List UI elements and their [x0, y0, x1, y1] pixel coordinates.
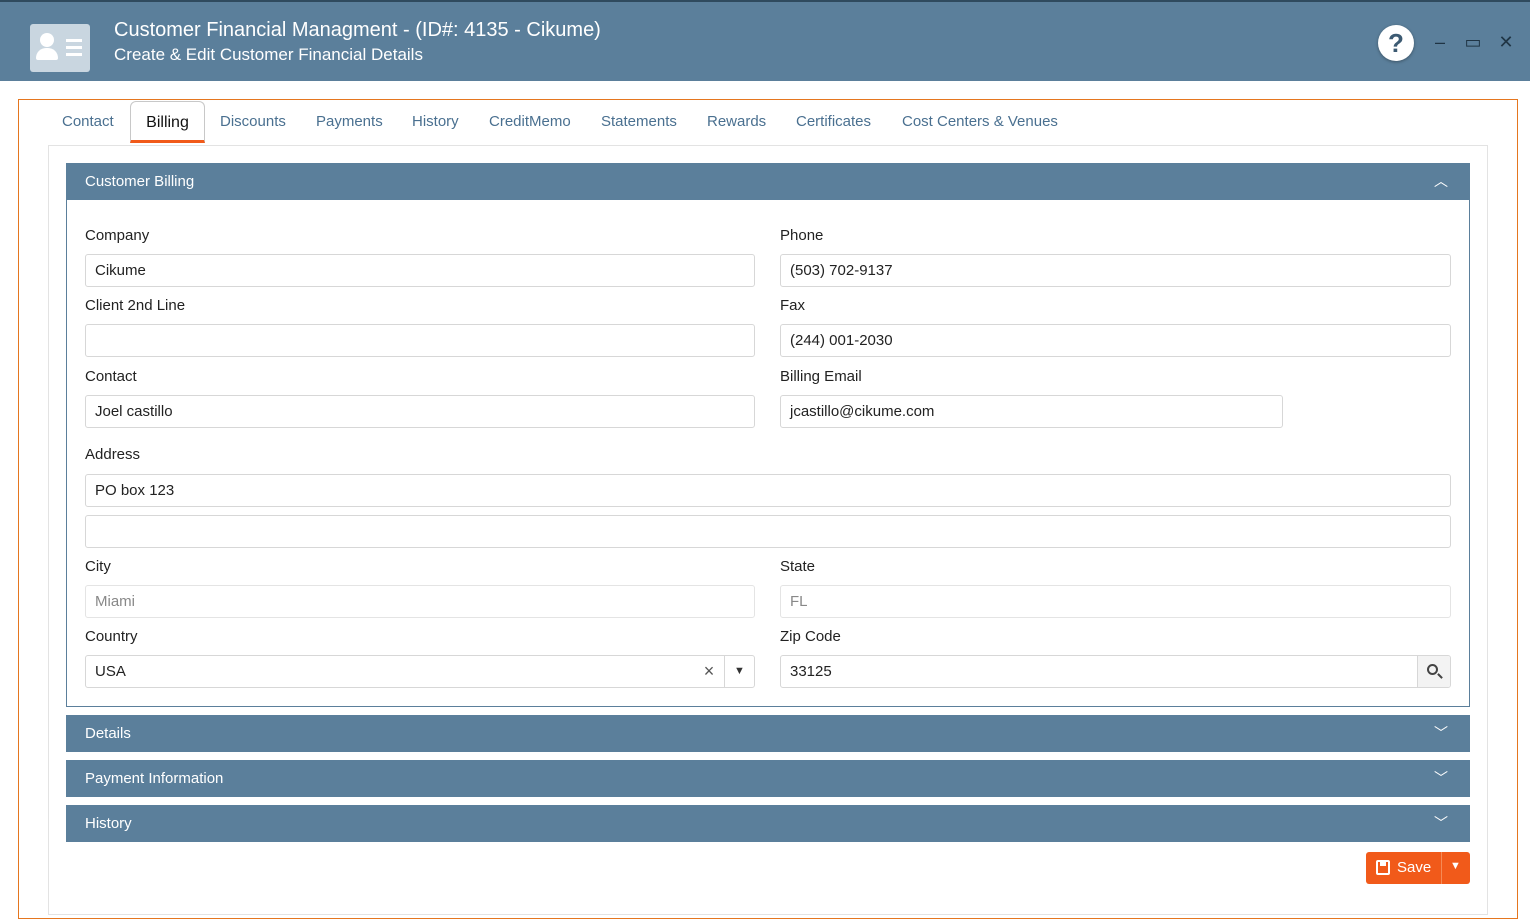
contact-label: Contact	[85, 368, 137, 385]
contact-card-icon	[30, 24, 90, 72]
split-divider	[1441, 852, 1442, 884]
zip-code-field[interactable]: 33125	[780, 655, 1451, 688]
minimize-button[interactable]: –	[1430, 32, 1450, 52]
search-icon[interactable]	[1417, 656, 1450, 687]
section-title: Payment Information	[85, 770, 224, 787]
section-header-payment-information[interactable]: Payment Information ﹀	[66, 760, 1470, 797]
address-line1-field[interactable]: PO box 123	[85, 474, 1451, 507]
tab-payments[interactable]: Payments	[316, 101, 383, 143]
billing-email-field[interactable]: jcastillo@cikume.com	[780, 395, 1283, 428]
zip-code-value: 33125	[790, 663, 832, 680]
phone-field[interactable]: (503) 702-9137	[780, 254, 1451, 287]
tab-billing[interactable]: Billing	[130, 101, 205, 143]
floppy-disk-icon	[1376, 860, 1390, 875]
section-header-details[interactable]: Details ﹀	[66, 715, 1470, 752]
tab-statements[interactable]: Statements	[601, 101, 677, 143]
clear-icon[interactable]: ×	[698, 656, 720, 687]
client-2nd-line-field[interactable]	[85, 324, 755, 357]
window-subtitle: Create & Edit Customer Financial Details	[114, 45, 423, 64]
maximize-button[interactable]: ▭	[1463, 32, 1483, 52]
section-title: Details	[85, 725, 131, 742]
tab-contact[interactable]: Contact	[62, 101, 114, 143]
city-label: City	[85, 558, 111, 575]
help-button[interactable]: ?	[1378, 25, 1414, 61]
tab-discounts[interactable]: Discounts	[220, 101, 286, 143]
tab-certificates[interactable]: Certificates	[796, 101, 871, 143]
phone-label: Phone	[780, 227, 824, 244]
country-select[interactable]: USA × ▼	[85, 655, 755, 688]
country-label: Country	[85, 628, 138, 645]
chevron-down-icon[interactable]: ﹀	[1434, 715, 1448, 752]
chevron-down-icon[interactable]: ﹀	[1434, 805, 1448, 842]
city-field[interactable]: Miami	[85, 585, 755, 618]
section-title: Customer Billing	[85, 173, 195, 190]
section-header-customer-billing[interactable]: Customer Billing ︿	[66, 163, 1470, 200]
tab-cost-centers-venues[interactable]: Cost Centers & Venues	[902, 101, 1058, 143]
save-button[interactable]: Save ▼	[1366, 852, 1470, 884]
fax-field[interactable]: (244) 001-2030	[780, 324, 1451, 357]
tab-history[interactable]: History	[412, 101, 459, 143]
state-field[interactable]: FL	[780, 585, 1451, 618]
save-menu-arrow-icon[interactable]: ▼	[1450, 860, 1461, 872]
chevron-up-icon[interactable]: ︿	[1434, 163, 1448, 200]
dropdown-arrow-icon[interactable]: ▼	[724, 656, 754, 687]
save-label: Save	[1397, 859, 1432, 876]
chevron-down-icon[interactable]: ﹀	[1434, 760, 1448, 797]
company-label: Company	[85, 227, 150, 244]
window-titlebar: Customer Financial Managment - (ID#: 413…	[0, 0, 1530, 81]
tab-rewards[interactable]: Rewards	[707, 101, 766, 143]
tab-creditmemo[interactable]: CreditMemo	[489, 101, 571, 143]
address-label: Address	[85, 446, 141, 463]
contact-field[interactable]: Joel castillo	[85, 395, 755, 428]
close-button[interactable]: ✕	[1496, 32, 1516, 52]
billing-email-label: Billing Email	[780, 368, 862, 385]
country-value: USA	[95, 663, 126, 680]
section-header-history[interactable]: History ﹀	[66, 805, 1470, 842]
address-line2-field[interactable]	[85, 515, 1451, 548]
section-title: History	[85, 815, 132, 832]
company-field[interactable]: Cikume	[85, 254, 755, 287]
window-title: Customer Financial Managment - (ID#: 413…	[114, 19, 601, 41]
client-2nd-line-label: Client 2nd Line	[85, 297, 186, 314]
state-label: State	[780, 558, 816, 575]
fax-label: Fax	[780, 297, 806, 314]
zip-code-label: Zip Code	[780, 628, 841, 645]
